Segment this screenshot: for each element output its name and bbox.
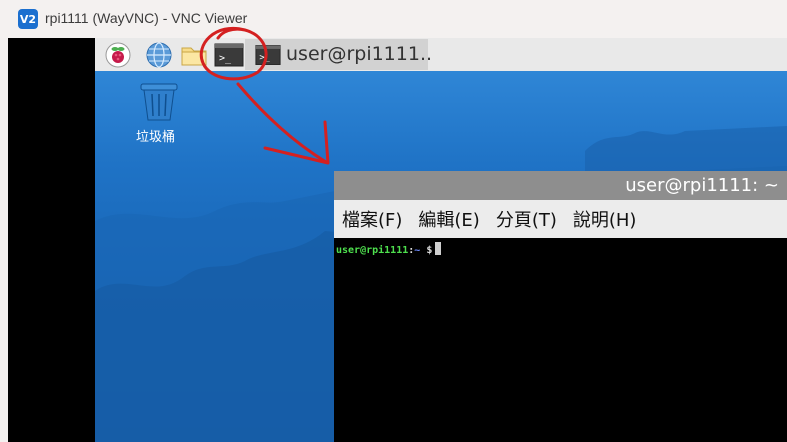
- folder-icon[interactable]: [179, 41, 209, 68]
- terminal-launcher-icon[interactable]: >_: [213, 41, 245, 68]
- prompt-user: user@rpi1111: [336, 245, 409, 256]
- terminal-menu-bar: 檔案(F) 編輯(E) 分頁(T) 說明(H): [334, 200, 787, 238]
- shell-prompt: user@rpi1111:~ $: [336, 242, 442, 256]
- menu-edit[interactable]: 編輯(E): [418, 206, 479, 232]
- svg-text:>_: >_: [219, 53, 232, 64]
- menu-tabs[interactable]: 分頁(T): [496, 206, 557, 232]
- vnc-logo-icon: V2: [18, 9, 38, 29]
- prompt-path: ~: [414, 245, 421, 256]
- window-title: rpi1111 (WayVNC) - VNC Viewer: [45, 10, 248, 26]
- text-cursor: [435, 242, 442, 255]
- terminal-title-bar[interactable]: user@rpi1111: ~: [334, 171, 787, 200]
- vnc-title-bar: V2 rpi1111 (WayVNC) - VNC Viewer: [0, 0, 787, 38]
- trash-label: 垃圾桶: [136, 130, 176, 145]
- taskbar-terminal-icon: >_: [253, 41, 283, 68]
- prompt-symbol: $: [426, 245, 433, 256]
- globe-icon[interactable]: [144, 41, 174, 68]
- raspberry-menu-icon[interactable]: [103, 41, 133, 68]
- menu-file[interactable]: 檔案(F): [342, 206, 402, 232]
- svg-text:>_: >_: [259, 53, 270, 63]
- taskbar-window-label: user@rpi1111..: [286, 43, 433, 65]
- terminal-body[interactable]: user@rpi1111:~ $: [334, 238, 787, 442]
- terminal-window[interactable]: user@rpi1111: ~ 檔案(F) 編輯(E) 分頁(T) 說明(H) …: [334, 171, 787, 442]
- trash-icon[interactable]: [138, 82, 180, 122]
- terminal-title: user@rpi1111: ~: [625, 175, 779, 196]
- desktop-panel: >_ >_ user@rpi1111..: [95, 38, 787, 71]
- menu-help[interactable]: 說明(H): [573, 206, 637, 232]
